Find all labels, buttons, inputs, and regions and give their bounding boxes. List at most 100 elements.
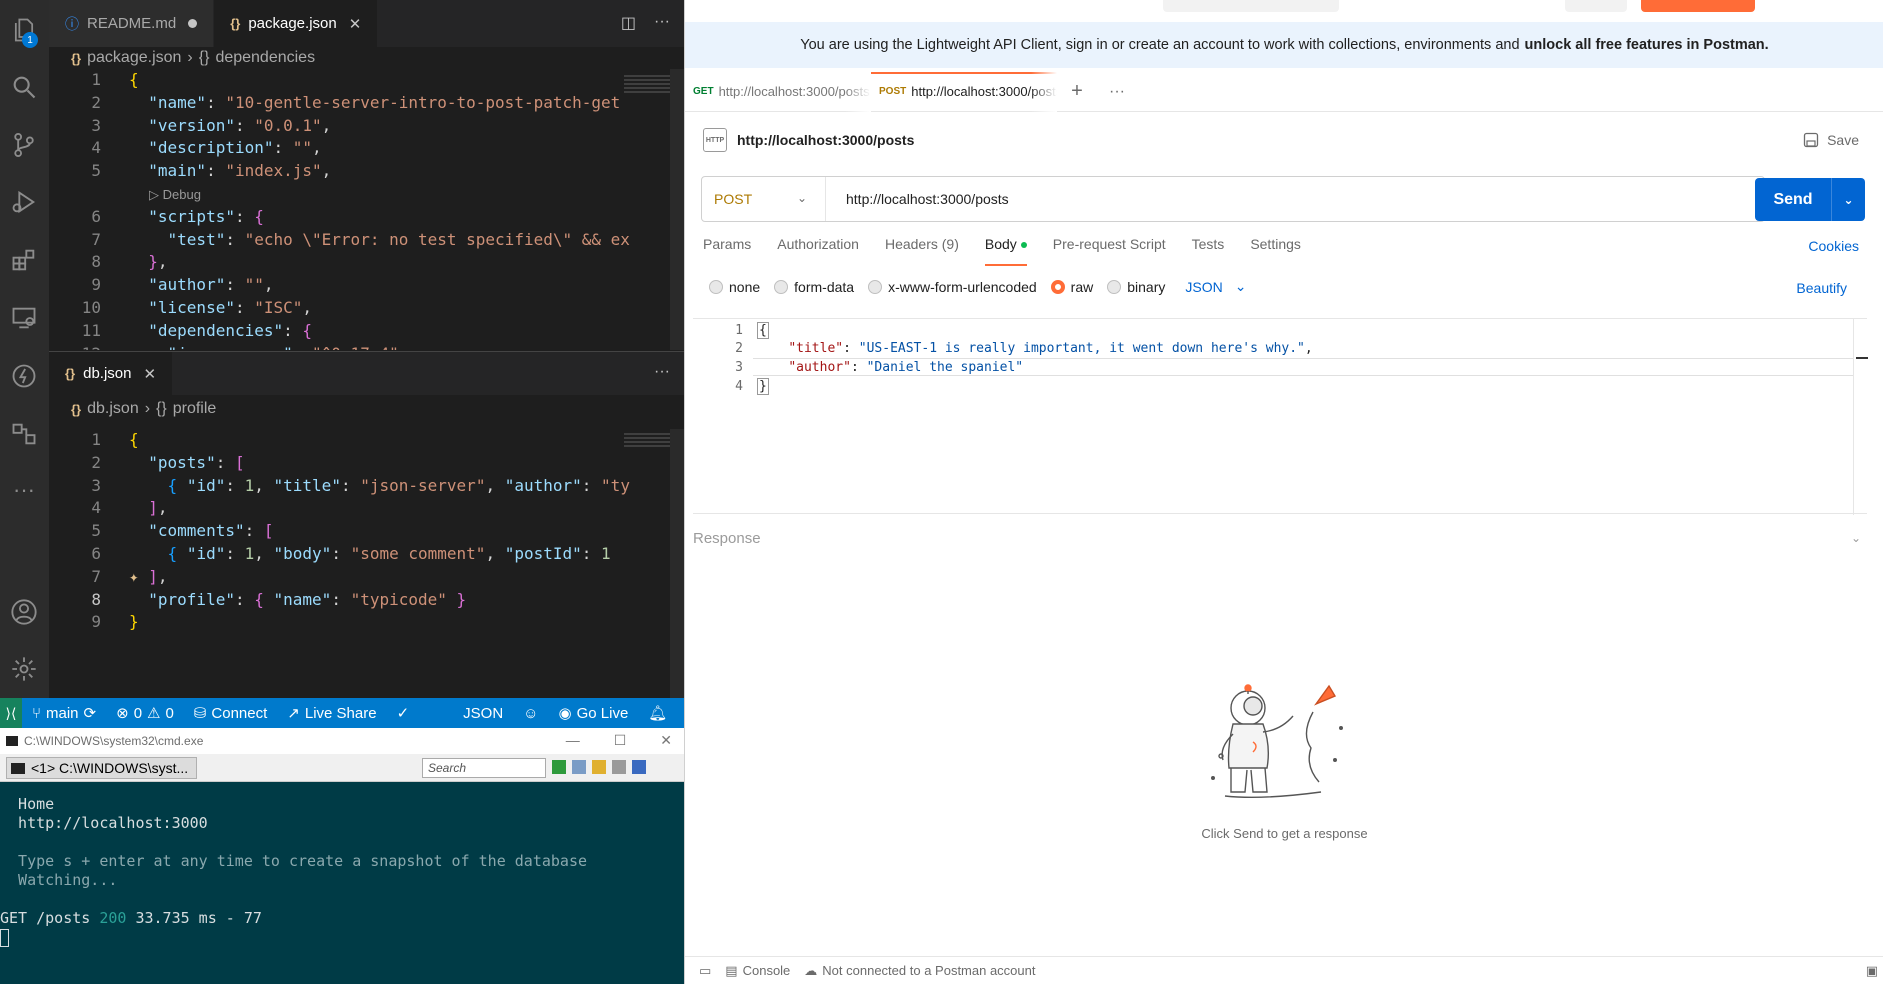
editor-scrollbar[interactable]: [670, 429, 684, 699]
breadcrumb-file[interactable]: db.json: [87, 400, 139, 418]
extensions-icon[interactable]: [8, 244, 40, 276]
body-language-select[interactable]: JSON ⌄: [1185, 278, 1246, 295]
more-icon[interactable]: ···: [8, 474, 40, 506]
tab-package-json[interactable]: {} package.json ✕: [214, 0, 379, 47]
create-account-button[interactable]: [1641, 0, 1755, 12]
request-tab-post[interactable]: POST http://localhost:3000/posts: [871, 71, 1057, 112]
cmd-tab[interactable]: <1> C:\WINDOWS\syst...: [6, 756, 198, 779]
tab-db-json[interactable]: {} db.json ✕: [49, 352, 174, 395]
radio-urlencoded[interactable]: x-www-form-urlencoded: [868, 279, 1037, 295]
code-line: }: [129, 612, 139, 632]
tab-settings[interactable]: Settings: [1250, 236, 1301, 266]
copilot-status[interactable]: ☺: [513, 705, 548, 722]
lightning-icon[interactable]: [8, 360, 40, 392]
error-icon: ⊗: [116, 705, 129, 722]
docker-icon[interactable]: [8, 418, 40, 450]
remote-explorer-icon[interactable]: [8, 302, 40, 334]
radio-none[interactable]: none: [709, 279, 760, 295]
tab-readme[interactable]: ⓘ README.md: [49, 0, 215, 47]
debug-codelens[interactable]: ▷ Debug: [149, 184, 201, 207]
chevron-down-icon: ⌄: [1850, 531, 1861, 545]
branch-status[interactable]: ⑂ main ⟳: [22, 704, 106, 723]
breadcrumb-symbol[interactable]: profile: [173, 400, 217, 418]
lock-icon[interactable]: [592, 760, 606, 774]
editor-scrollbar[interactable]: [1853, 319, 1868, 515]
url-input[interactable]: http://localhost:3000/posts: [826, 191, 1009, 207]
layout-icon[interactable]: ▣: [1866, 963, 1878, 979]
account-icon[interactable]: [8, 596, 40, 628]
problems-status[interactable]: ⊗ 0 ⚠ 0: [106, 704, 184, 723]
cmd-title-bar: C:\WINDOWS\system32\cmd.exe — ☐ ✕: [0, 728, 684, 754]
close-icon[interactable]: ✕: [660, 732, 672, 749]
line-number: 9: [91, 612, 101, 632]
run-debug-icon[interactable]: [8, 186, 40, 218]
code-line: "description": "",: [148, 138, 322, 158]
radio-raw[interactable]: raw: [1050, 279, 1093, 295]
tab-headers[interactable]: Headers (9): [885, 236, 959, 266]
save-button[interactable]: Save: [1803, 132, 1859, 148]
code-line: },: [148, 252, 168, 272]
body-editor[interactable]: 1 2 3 4 { "title": "US-EAST-1 is really …: [693, 318, 1868, 515]
breadcrumb: {} db.json › {} profile: [49, 395, 684, 423]
radio-binary[interactable]: binary: [1107, 279, 1165, 295]
response-header[interactable]: Response ⌄: [693, 522, 1867, 554]
cookies-link[interactable]: Cookies: [1808, 238, 1859, 254]
sidebar-toggle-icon[interactable]: ▭: [699, 963, 711, 979]
breadcrumb-file[interactable]: package.json: [87, 49, 181, 67]
view-icon[interactable]: [572, 760, 586, 774]
check-status[interactable]: ✓: [387, 704, 420, 722]
code-editor[interactable]: 1 2 3 4 5 6 7 8 9 { "posts": [ { "id": 1…: [49, 429, 684, 699]
minimize-icon[interactable]: —: [566, 732, 580, 749]
close-icon[interactable]: ✕: [349, 15, 362, 33]
code-line: "json-server": "^0.17.4": [129, 343, 399, 350]
json-file-icon: {}: [65, 366, 76, 381]
tab-tests[interactable]: Tests: [1192, 236, 1225, 266]
tab-params[interactable]: Params: [703, 236, 751, 266]
maximize-icon[interactable]: ☐: [614, 732, 627, 749]
settings-gear-icon[interactable]: [8, 653, 40, 685]
close-icon[interactable]: ✕: [144, 365, 157, 383]
radio-form-data[interactable]: form-data: [774, 279, 854, 295]
tab-pre-request-script[interactable]: Pre-request Script: [1053, 236, 1166, 266]
tab-body[interactable]: Body: [984, 236, 1027, 266]
new-tab-plus-icon[interactable]: +: [1057, 80, 1097, 103]
chevron-down-icon[interactable]: ⌄: [1832, 193, 1865, 207]
breadcrumb-symbol[interactable]: dependencies: [215, 49, 315, 67]
search-icon[interactable]: [8, 71, 40, 103]
menu-icon[interactable]: [632, 760, 646, 774]
cmd-search-input[interactable]: Search: [422, 758, 546, 778]
beautify-link[interactable]: Beautify: [1796, 280, 1847, 296]
panel-icon[interactable]: [612, 760, 626, 774]
sync-icon[interactable]: ⟳: [84, 704, 97, 722]
method-select[interactable]: POST ⌄: [702, 177, 826, 221]
warning-count: 0: [165, 704, 174, 722]
code-line: "author": "",: [148, 275, 274, 295]
console-button[interactable]: ▤ Console: [725, 963, 790, 979]
request-title: HTTP http://localhost:3000/posts: [703, 128, 914, 152]
connect-status[interactable]: ⛁ Connect: [184, 704, 277, 723]
more-actions-icon[interactable]: ···: [654, 363, 670, 381]
notifications-status[interactable]: 🔔︎: [638, 704, 677, 722]
tab-authorization[interactable]: Authorization: [777, 236, 859, 266]
minimap[interactable]: [624, 73, 674, 103]
remote-icon[interactable]: ⟩⟨: [0, 698, 22, 728]
new-console-icon[interactable]: [552, 760, 566, 774]
sign-in-button[interactable]: [1565, 0, 1627, 12]
tab-options-icon[interactable]: ···: [1097, 83, 1137, 101]
minimap[interactable]: [624, 431, 674, 461]
send-button[interactable]: Send ⌄: [1755, 178, 1865, 221]
language-mode[interactable]: JSON: [453, 705, 513, 722]
code-editor[interactable]: 1 2 3 4 5 6 7 8 9 10 11 12 { "name": "10…: [49, 69, 684, 350]
copilot-icon: ☺: [523, 704, 539, 722]
live-share-status[interactable]: ↗ Live Share: [277, 704, 386, 723]
more-actions-icon[interactable]: ···: [654, 13, 670, 33]
go-live-status[interactable]: ◉ Go Live: [549, 704, 639, 723]
search-box[interactable]: [1163, 0, 1339, 12]
account-status[interactable]: ☁ Not connected to a Postman account: [804, 963, 1035, 979]
split-editor-icon[interactable]: ◫: [621, 13, 636, 33]
source-control-icon[interactable]: [8, 129, 40, 161]
request-tab-get[interactable]: GET http://localhost:3000/posts: [685, 71, 871, 112]
editor-scrollbar[interactable]: [670, 69, 684, 350]
cmd-output[interactable]: Home http://localhost:3000 Type s + ente…: [0, 784, 684, 947]
request-name[interactable]: http://localhost:3000/posts: [737, 132, 914, 148]
